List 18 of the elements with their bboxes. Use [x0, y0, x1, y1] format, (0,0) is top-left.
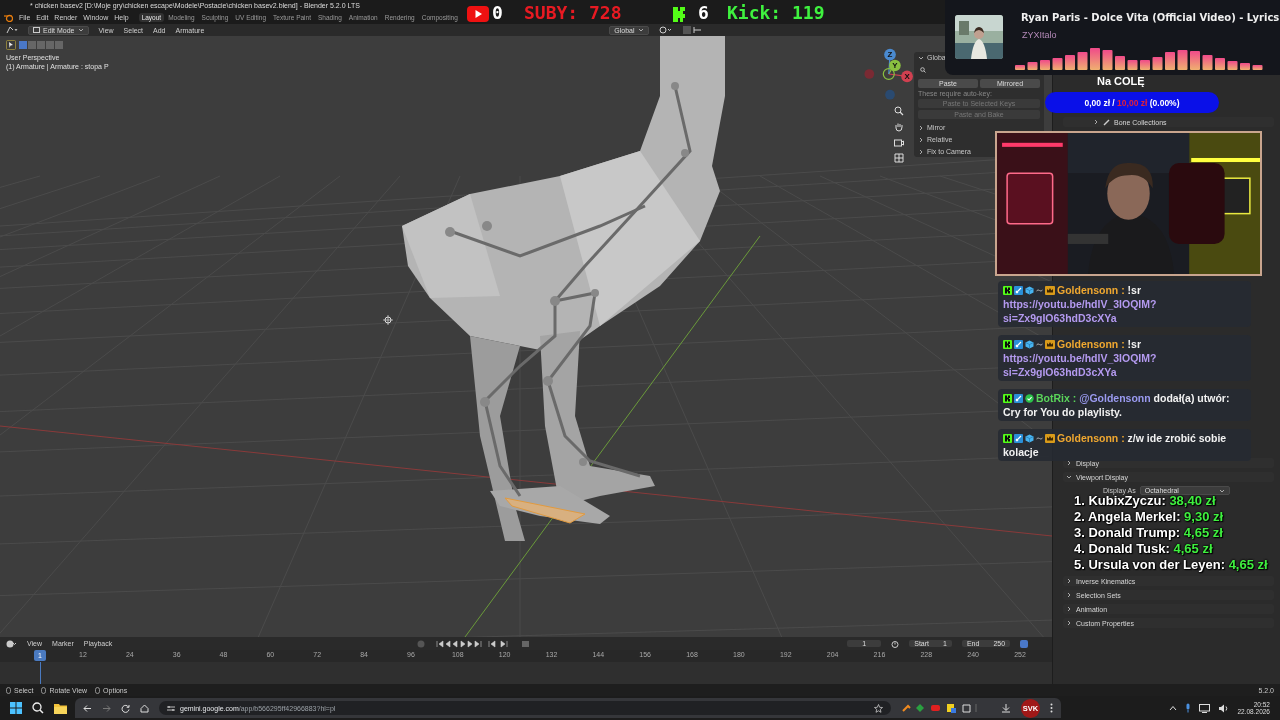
chat-message: Goldensonn : z/w ide zrobić sobie kolacje	[998, 429, 1251, 461]
axis-gizmo[interactable]: Z Y X	[862, 46, 918, 102]
chat-message: Goldensonn : !sr https://youtu.be/hdlV_3IOQIM?si=Zx9gIO63hdD3cXYa	[998, 335, 1251, 381]
subscriber-count: SUBY: 728	[524, 2, 622, 23]
chat-message: Goldensonn : !sr https://youtu.be/hdlV_3IOQIM?si=Zx9gIO63hdD3cXYa	[998, 281, 1251, 327]
donation-entry: 4. Donald Tusk: 4,65 zł	[1074, 541, 1214, 557]
kick-count: 6	[698, 2, 709, 23]
kick-viewers: Kick: 119	[727, 2, 825, 23]
donation-entry: 1. KubixZyczu: 38,40 zł	[1074, 493, 1217, 509]
donation-entry: 3. Donald Trump: 4,65 zł	[1074, 525, 1224, 541]
chat-message: BotRix : @Goldensonn dodał(a) utwór: Cry for You do playlisty.	[998, 389, 1251, 421]
donation-entry: 2. Angela Merkel: 9,30 zł	[1074, 509, 1225, 525]
goal-text: 0,00 zł / 10,00 zł (0.00%)	[1084, 97, 1180, 108]
donation-entry: 5. Ursula von der Leyen: 4,65 zł	[1074, 557, 1268, 573]
song-title: Ryan Paris - Dolce Vita (Official Video) - Lyrics	[1021, 12, 1280, 23]
youtube-count: 0	[492, 2, 503, 23]
song-artist: ZYXItalo	[1022, 30, 1057, 40]
goal-title: Na COLĘ	[1097, 75, 1145, 87]
